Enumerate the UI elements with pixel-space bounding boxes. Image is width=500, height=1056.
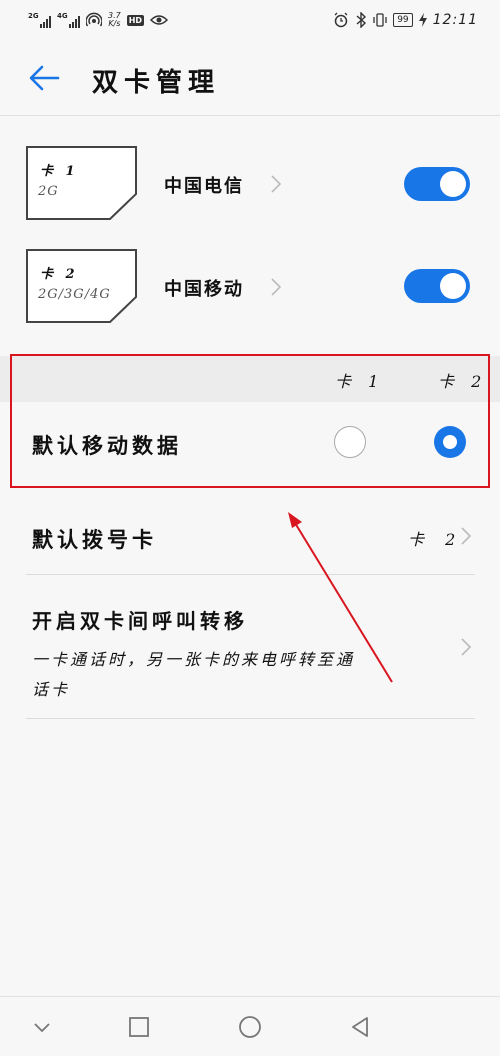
network-speed: 3.7 K/s [108, 12, 121, 28]
carrier-name[interactable]: 中国移动 [164, 275, 244, 301]
back-triangle-icon[interactable] [348, 1015, 372, 1039]
default-dial-row[interactable]: 默认拨号卡 卡 2 [0, 500, 500, 574]
sim-network-type: 2G [38, 184, 59, 199]
sim-card-icon: 卡 1 2G [26, 146, 138, 224]
hd-badge: HD [126, 14, 145, 26]
sim1-signal-icon: 2G [28, 12, 51, 28]
speed-unit: K/s [108, 19, 121, 28]
hotspot-icon [86, 12, 102, 27]
charging-icon [418, 13, 427, 27]
sim2-network-type: 4G [57, 12, 68, 20]
toggle-knob [440, 273, 466, 299]
page-title: 双卡管理 [92, 68, 221, 98]
sim-card-label: 卡 1 [40, 164, 79, 179]
chevron-right-icon[interactable] [270, 277, 282, 297]
sim-row-1: 卡 1 2G 中国电信 [0, 146, 500, 246]
sim2-toggle[interactable] [404, 269, 470, 303]
chevron-right-icon[interactable] [270, 174, 282, 194]
navigation-bar [0, 996, 500, 1056]
chevron-right-icon[interactable] [460, 526, 472, 546]
sim1-toggle[interactable] [404, 167, 470, 201]
home-circle-icon[interactable] [238, 1015, 262, 1039]
chevron-right-icon[interactable] [460, 637, 472, 657]
call-forwarding-label: 开启双卡间呼叫转移 [32, 609, 248, 633]
sim-card-label: 卡 2 [40, 267, 79, 282]
battery-level: 99 [393, 13, 413, 27]
sim2-signal-icon: 4G [57, 12, 80, 28]
sim1-network-type: 2G [28, 12, 39, 20]
vibrate-icon [373, 13, 387, 27]
clock: 12:11 [432, 12, 478, 28]
alarm-icon [334, 12, 348, 28]
annotation-arrow-icon [288, 512, 393, 683]
annotation-highlight-box [10, 354, 490, 488]
divider [26, 718, 475, 719]
bluetooth-icon [356, 12, 367, 28]
title-bar: 双卡管理 [0, 40, 500, 116]
chevron-down-icon[interactable] [30, 1015, 54, 1039]
call-forwarding-row[interactable]: 开启双卡间呼叫转移 一卡通话时，另一张卡的来电呼转至通话卡 [0, 575, 500, 719]
sim-network-type: 2G/3G/4G [38, 287, 111, 302]
status-bar: 2G 4G 3.7 K/s HD 99 12:11 [0, 0, 500, 40]
default-dial-label: 默认拨号卡 [32, 527, 157, 552]
back-arrow-icon[interactable] [28, 64, 60, 92]
default-dial-value: 卡 2 [408, 530, 464, 549]
recents-square-icon[interactable] [127, 1015, 151, 1039]
status-right: 99 12:11 [333, 12, 478, 28]
eye-icon [150, 15, 169, 25]
carrier-name[interactable]: 中国电信 [164, 172, 244, 198]
status-left: 2G 4G 3.7 K/s HD [28, 12, 169, 28]
sim-card-icon: 卡 2 2G/3G/4G [26, 249, 138, 327]
sim-row-2: 卡 2 2G/3G/4G 中国移动 [0, 249, 500, 349]
toggle-knob [440, 171, 466, 197]
